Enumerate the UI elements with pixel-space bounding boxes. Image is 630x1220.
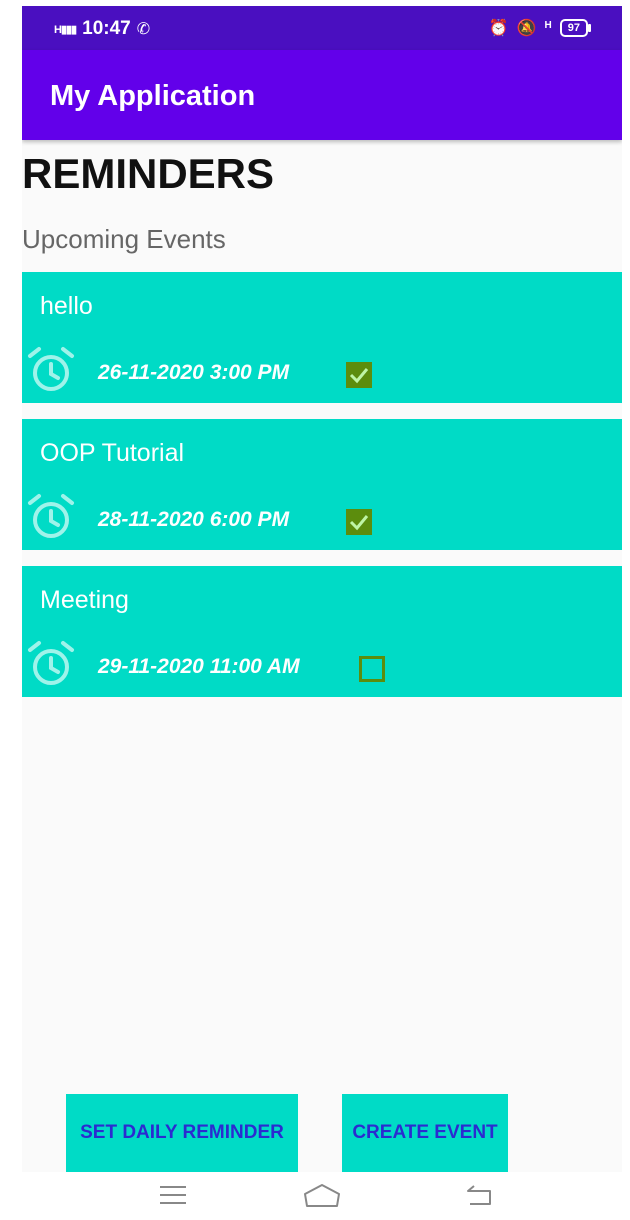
create-event-button[interactable]: CREATE EVENT	[342, 1094, 508, 1172]
status-right: ⏰ 🔕 H 97	[488, 18, 592, 38]
mute-icon: 🔕	[516, 20, 537, 37]
home-icon[interactable]	[302, 1182, 342, 1210]
alarm-clock-icon	[28, 347, 74, 391]
event-checkbox[interactable]	[346, 509, 372, 535]
network-type: H	[54, 23, 62, 36]
event-card[interactable]: OOP Tutorial 28-11-2020 6:00 PM	[22, 419, 622, 550]
navigation-bar	[0, 1172, 630, 1220]
alarm-clock-icon	[28, 641, 74, 685]
event-datetime: 26-11-2020 3:00 PM	[98, 361, 290, 384]
event-checkbox[interactable]	[346, 362, 372, 388]
checkmark-icon	[349, 368, 369, 384]
menu-icon[interactable]	[158, 1182, 188, 1208]
checkmark-icon	[349, 515, 369, 531]
event-title: OOP Tutorial	[40, 439, 185, 467]
event-card[interactable]: hello 26-11-2020 3:00 PM	[22, 272, 622, 403]
battery-level: 97	[567, 22, 580, 34]
event-card[interactable]: Meeting 29-11-2020 11:00 AM	[22, 566, 622, 697]
call-icon: ✆	[136, 21, 151, 38]
alarm-status-icon: ⏰	[488, 20, 509, 37]
app-screen: H▮▮▮ 10:47 ✆ ⏰ 🔕 H 97 My Application REM…	[22, 6, 622, 1172]
alarm-clock-icon	[28, 494, 74, 538]
status-bar: H▮▮▮ 10:47 ✆ ⏰ 🔕 H 97	[22, 6, 622, 50]
network-type-right: H	[544, 19, 552, 31]
event-datetime: 28-11-2020 6:00 PM	[98, 508, 290, 531]
page-subtitle: Upcoming Events	[22, 224, 226, 254]
back-icon[interactable]	[464, 1182, 496, 1208]
event-datetime: 29-11-2020 11:00 AM	[98, 655, 300, 678]
event-title: Meeting	[40, 586, 129, 614]
event-title: hello	[40, 292, 93, 320]
page-title: REMINDERS	[22, 150, 275, 197]
app-title: My Application	[50, 80, 256, 112]
battery-icon: 97	[559, 19, 592, 37]
status-time: 10:47	[82, 18, 131, 39]
app-bar: My Application	[22, 50, 622, 140]
status-left: H▮▮▮ 10:47 ✆	[54, 18, 150, 40]
set-daily-reminder-button[interactable]: SET DAILY REMINDER	[66, 1094, 298, 1172]
event-checkbox[interactable]	[359, 656, 385, 682]
signal-icon: H▮▮▮	[54, 23, 77, 36]
